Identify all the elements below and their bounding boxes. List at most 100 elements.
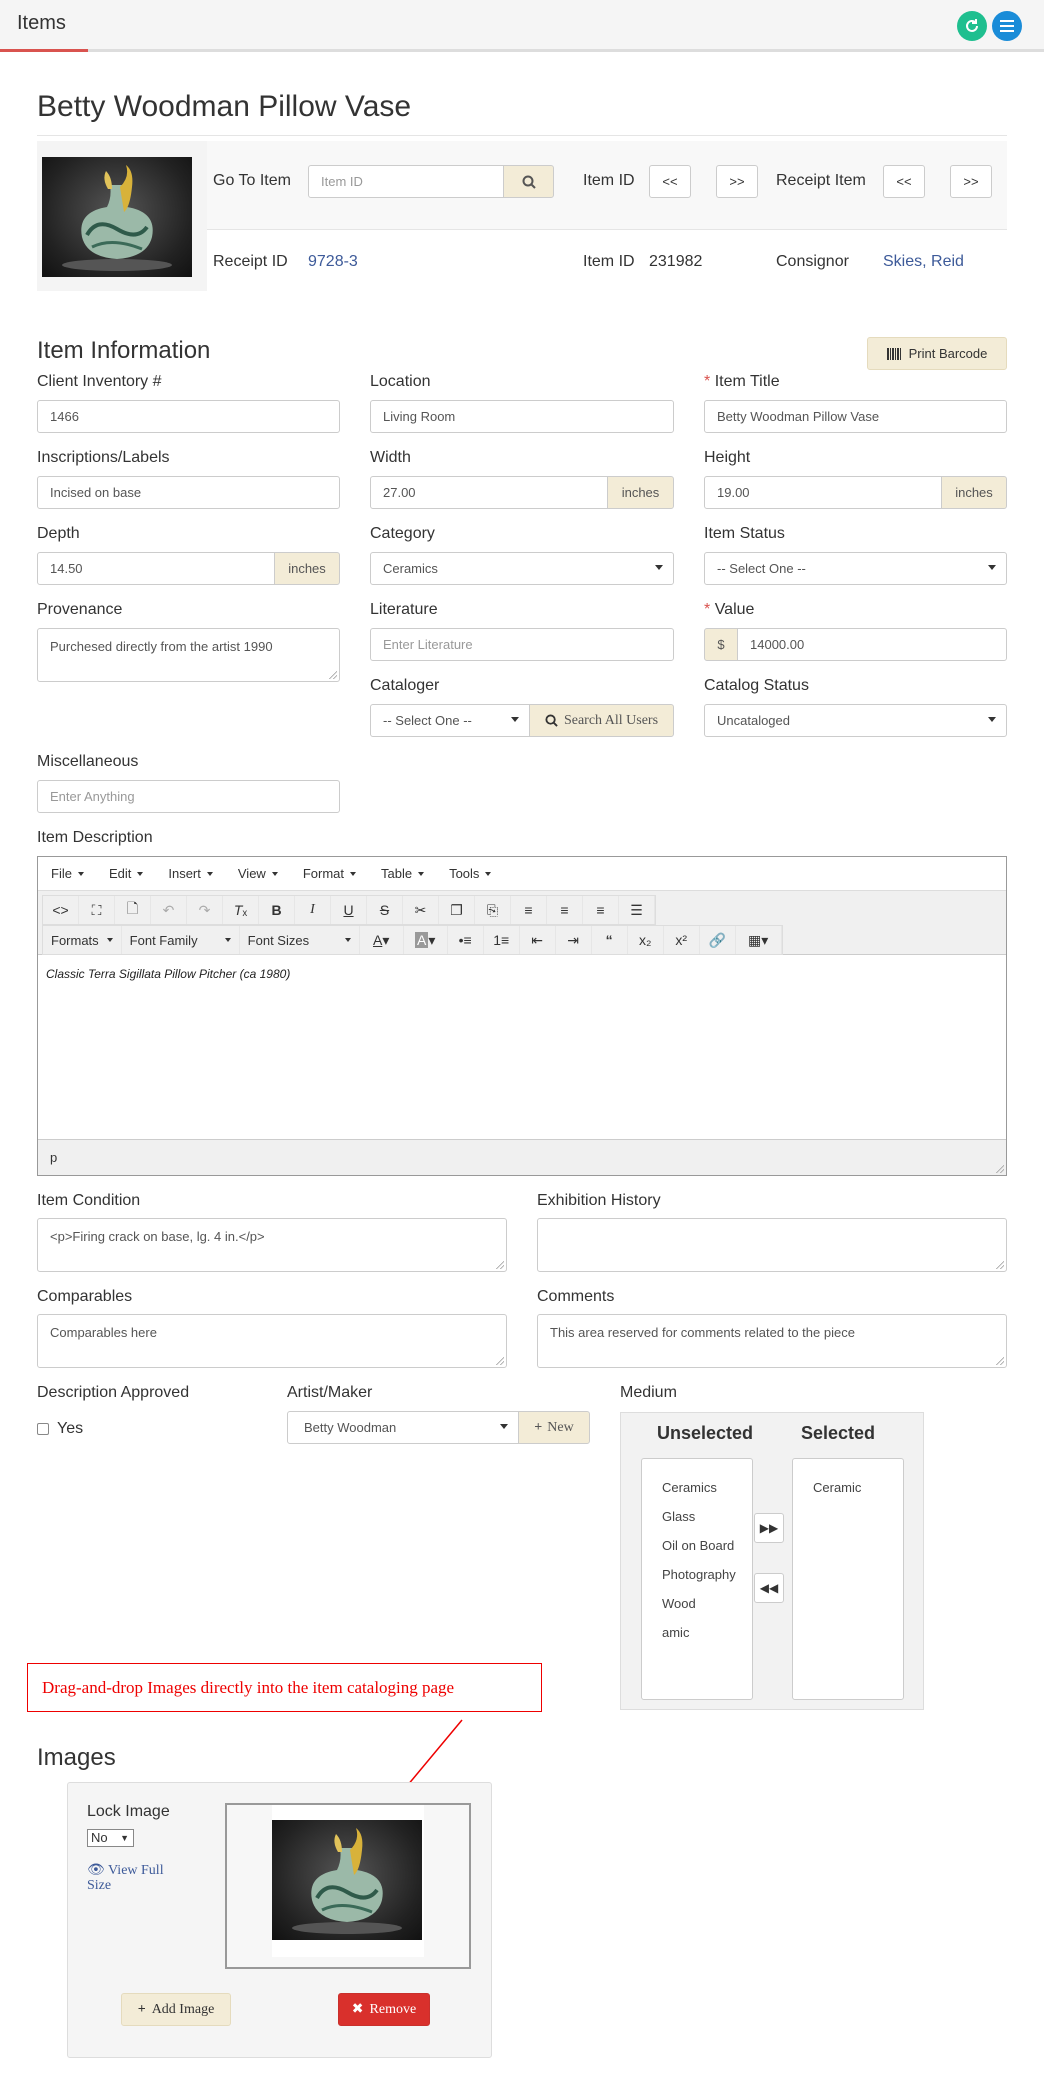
table-icon[interactable]: ▦▾ (736, 926, 782, 954)
cataloger-select[interactable]: -- Select One -- (370, 704, 530, 737)
refresh-button[interactable] (957, 11, 987, 41)
numbered-list-icon[interactable]: 1≡ (484, 926, 520, 954)
exhibition-textarea[interactable] (537, 1218, 1007, 1272)
new-artist-button[interactable]: + New (518, 1411, 590, 1444)
list-item[interactable]: Oil on Board (642, 1531, 752, 1560)
add-image-button[interactable]: + Add Image (121, 1993, 231, 2026)
item-id-value: 231982 (649, 253, 703, 270)
italic-icon[interactable]: I (295, 896, 331, 924)
selected-heading: Selected (801, 1423, 876, 1443)
item-title-input[interactable]: Betty Woodman Pillow Vase (704, 400, 1007, 433)
blockquote-icon[interactable]: “ (592, 926, 628, 954)
consignor-link[interactable]: Skies, Reid (883, 253, 964, 271)
font-sizes-dropdown[interactable]: Font Sizes (240, 926, 360, 954)
menu-file[interactable]: File (51, 866, 84, 881)
menu-tools[interactable]: Tools (449, 866, 491, 881)
menu-format[interactable]: Format (303, 866, 356, 881)
bullet-list-icon[interactable]: •≡ (448, 926, 484, 954)
text-color-icon[interactable]: A ▾ (360, 926, 404, 954)
justify-icon[interactable]: ☰ (619, 896, 655, 924)
next-item-button[interactable]: >> (716, 165, 758, 198)
height-input[interactable]: 19.00 (704, 476, 942, 509)
list-item[interactable]: Ceramic (793, 1473, 903, 1502)
literature-input[interactable]: Enter Literature (370, 628, 674, 661)
item-status-select[interactable]: -- Select One -- (704, 552, 1007, 585)
menu-button[interactable] (992, 11, 1022, 41)
resize-handle[interactable] (496, 1357, 504, 1365)
unselected-list[interactable]: Ceramics Glass Oil on Board Photography … (641, 1458, 753, 1700)
remove-image-button[interactable]: ✖ Remove (338, 1993, 430, 2026)
prev-item-button[interactable]: << (649, 165, 691, 198)
value-input[interactable]: 14000.00 (737, 628, 1007, 661)
condition-textarea[interactable]: <p>Firing crack on base, lg. 4 in.</p> (37, 1218, 507, 1272)
bold-icon[interactable]: B (259, 896, 295, 924)
width-input[interactable]: 27.00 (370, 476, 608, 509)
print-barcode-button[interactable]: Print Barcode (867, 337, 1007, 370)
align-center-icon[interactable]: ≡ (547, 896, 583, 924)
approved-checkbox[interactable] (37, 1423, 49, 1435)
category-select[interactable]: Ceramics (370, 552, 674, 585)
catalog-status-select[interactable]: Uncataloged (704, 704, 1007, 737)
undo-icon[interactable]: ↶ (151, 896, 187, 924)
formats-dropdown[interactable]: Formats (43, 926, 122, 954)
goto-item-input[interactable]: Item ID (308, 165, 504, 198)
consignor-label: Consignor (776, 253, 849, 270)
search-all-users-button[interactable]: Search All Users (529, 704, 674, 737)
location-input[interactable]: Living Room (370, 400, 674, 433)
font-family-dropdown[interactable]: Font Family (122, 926, 240, 954)
copy-icon[interactable]: ❐ (439, 896, 475, 924)
comparables-textarea[interactable]: Comparables here (37, 1314, 507, 1368)
provenance-textarea[interactable]: Purchesed directly from the artist 1990 (37, 628, 340, 682)
paste-icon[interactable]: ⎘ (475, 896, 511, 924)
resize-handle[interactable] (496, 1261, 504, 1269)
align-right-icon[interactable]: ≡ (583, 896, 619, 924)
cut-icon[interactable]: ✂ (403, 896, 439, 924)
superscript-icon[interactable]: x² (664, 926, 700, 954)
menu-insert[interactable]: Insert (168, 866, 213, 881)
list-item[interactable]: Wood (642, 1589, 752, 1618)
underline-icon[interactable]: U (331, 896, 367, 924)
background-color-icon[interactable]: A ▾ (404, 926, 448, 954)
lock-image-select[interactable]: No ▼ (87, 1829, 134, 1847)
move-right-button[interactable]: ▶▶ (754, 1513, 784, 1543)
resize-handle[interactable] (329, 671, 337, 679)
image-frame[interactable] (225, 1803, 471, 1969)
client-inventory-input[interactable]: 1466 (37, 400, 340, 433)
list-item[interactable]: Glass (642, 1502, 752, 1531)
goto-search-button[interactable] (503, 165, 554, 198)
align-left-icon[interactable]: ≡ (511, 896, 547, 924)
outdent-icon[interactable]: ⇤ (520, 926, 556, 954)
menu-edit[interactable]: Edit (109, 866, 143, 881)
clear-format-icon[interactable]: Tₓ (223, 896, 259, 924)
editor-statusbar: p (38, 1139, 1006, 1175)
menu-table[interactable]: Table (381, 866, 424, 881)
strikethrough-icon[interactable]: S (367, 896, 403, 924)
redo-icon[interactable]: ↷ (187, 896, 223, 924)
menu-view[interactable]: View (238, 866, 278, 881)
resize-handle[interactable] (996, 1165, 1004, 1173)
misc-label: Miscellaneous (37, 753, 139, 770)
link-icon[interactable]: 🔗 (700, 926, 736, 954)
source-code-icon[interactable]: <> (43, 896, 79, 924)
artist-select[interactable]: Betty Woodman (287, 1411, 519, 1444)
resize-handle[interactable] (996, 1261, 1004, 1269)
depth-input[interactable]: 14.50 (37, 552, 275, 585)
inscriptions-input[interactable]: Incised on base (37, 476, 340, 509)
comments-textarea[interactable]: This area reserved for comments related … (537, 1314, 1007, 1368)
editor-content[interactable]: Classic Terra Sigillata Pillow Pitcher (… (46, 967, 290, 981)
list-item[interactable]: Photography (642, 1560, 752, 1589)
prev-receipt-button[interactable]: << (883, 165, 925, 198)
list-item[interactable]: amic (642, 1618, 752, 1647)
indent-icon[interactable]: ⇥ (556, 926, 592, 954)
view-full-size-link[interactable]: 👁 View Full Size (87, 1863, 182, 1893)
next-receipt-button[interactable]: >> (950, 165, 992, 198)
move-left-button[interactable]: ◀◀ (754, 1573, 784, 1603)
selected-list[interactable]: Ceramic (792, 1458, 904, 1700)
resize-handle[interactable] (996, 1357, 1004, 1365)
list-item[interactable]: Ceramics (642, 1473, 752, 1502)
fullscreen-icon[interactable]: ⛶ (79, 896, 115, 924)
new-document-icon[interactable]: 🗋 (115, 896, 151, 924)
misc-input[interactable]: Enter Anything (37, 780, 340, 813)
subscript-icon[interactable]: x₂ (628, 926, 664, 954)
receipt-id-link[interactable]: 9728-3 (308, 253, 358, 271)
